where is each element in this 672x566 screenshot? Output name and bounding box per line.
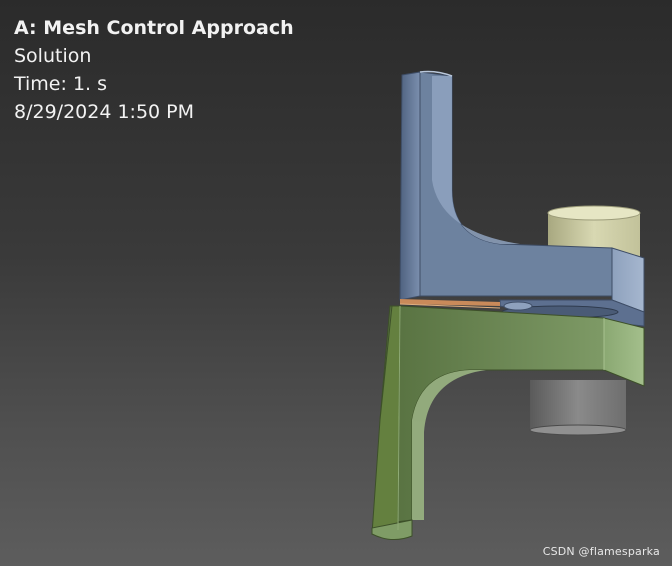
graphics-viewport[interactable]: A: Mesh Control Approach Solution Time: …: [0, 0, 672, 566]
lower-cylinder[interactable]: [529, 380, 627, 436]
watermark-text: CSDN @flamesparka: [542, 545, 660, 558]
upper-bracket[interactable]: [399, 70, 645, 327]
3d-model-view[interactable]: [0, 0, 672, 566]
